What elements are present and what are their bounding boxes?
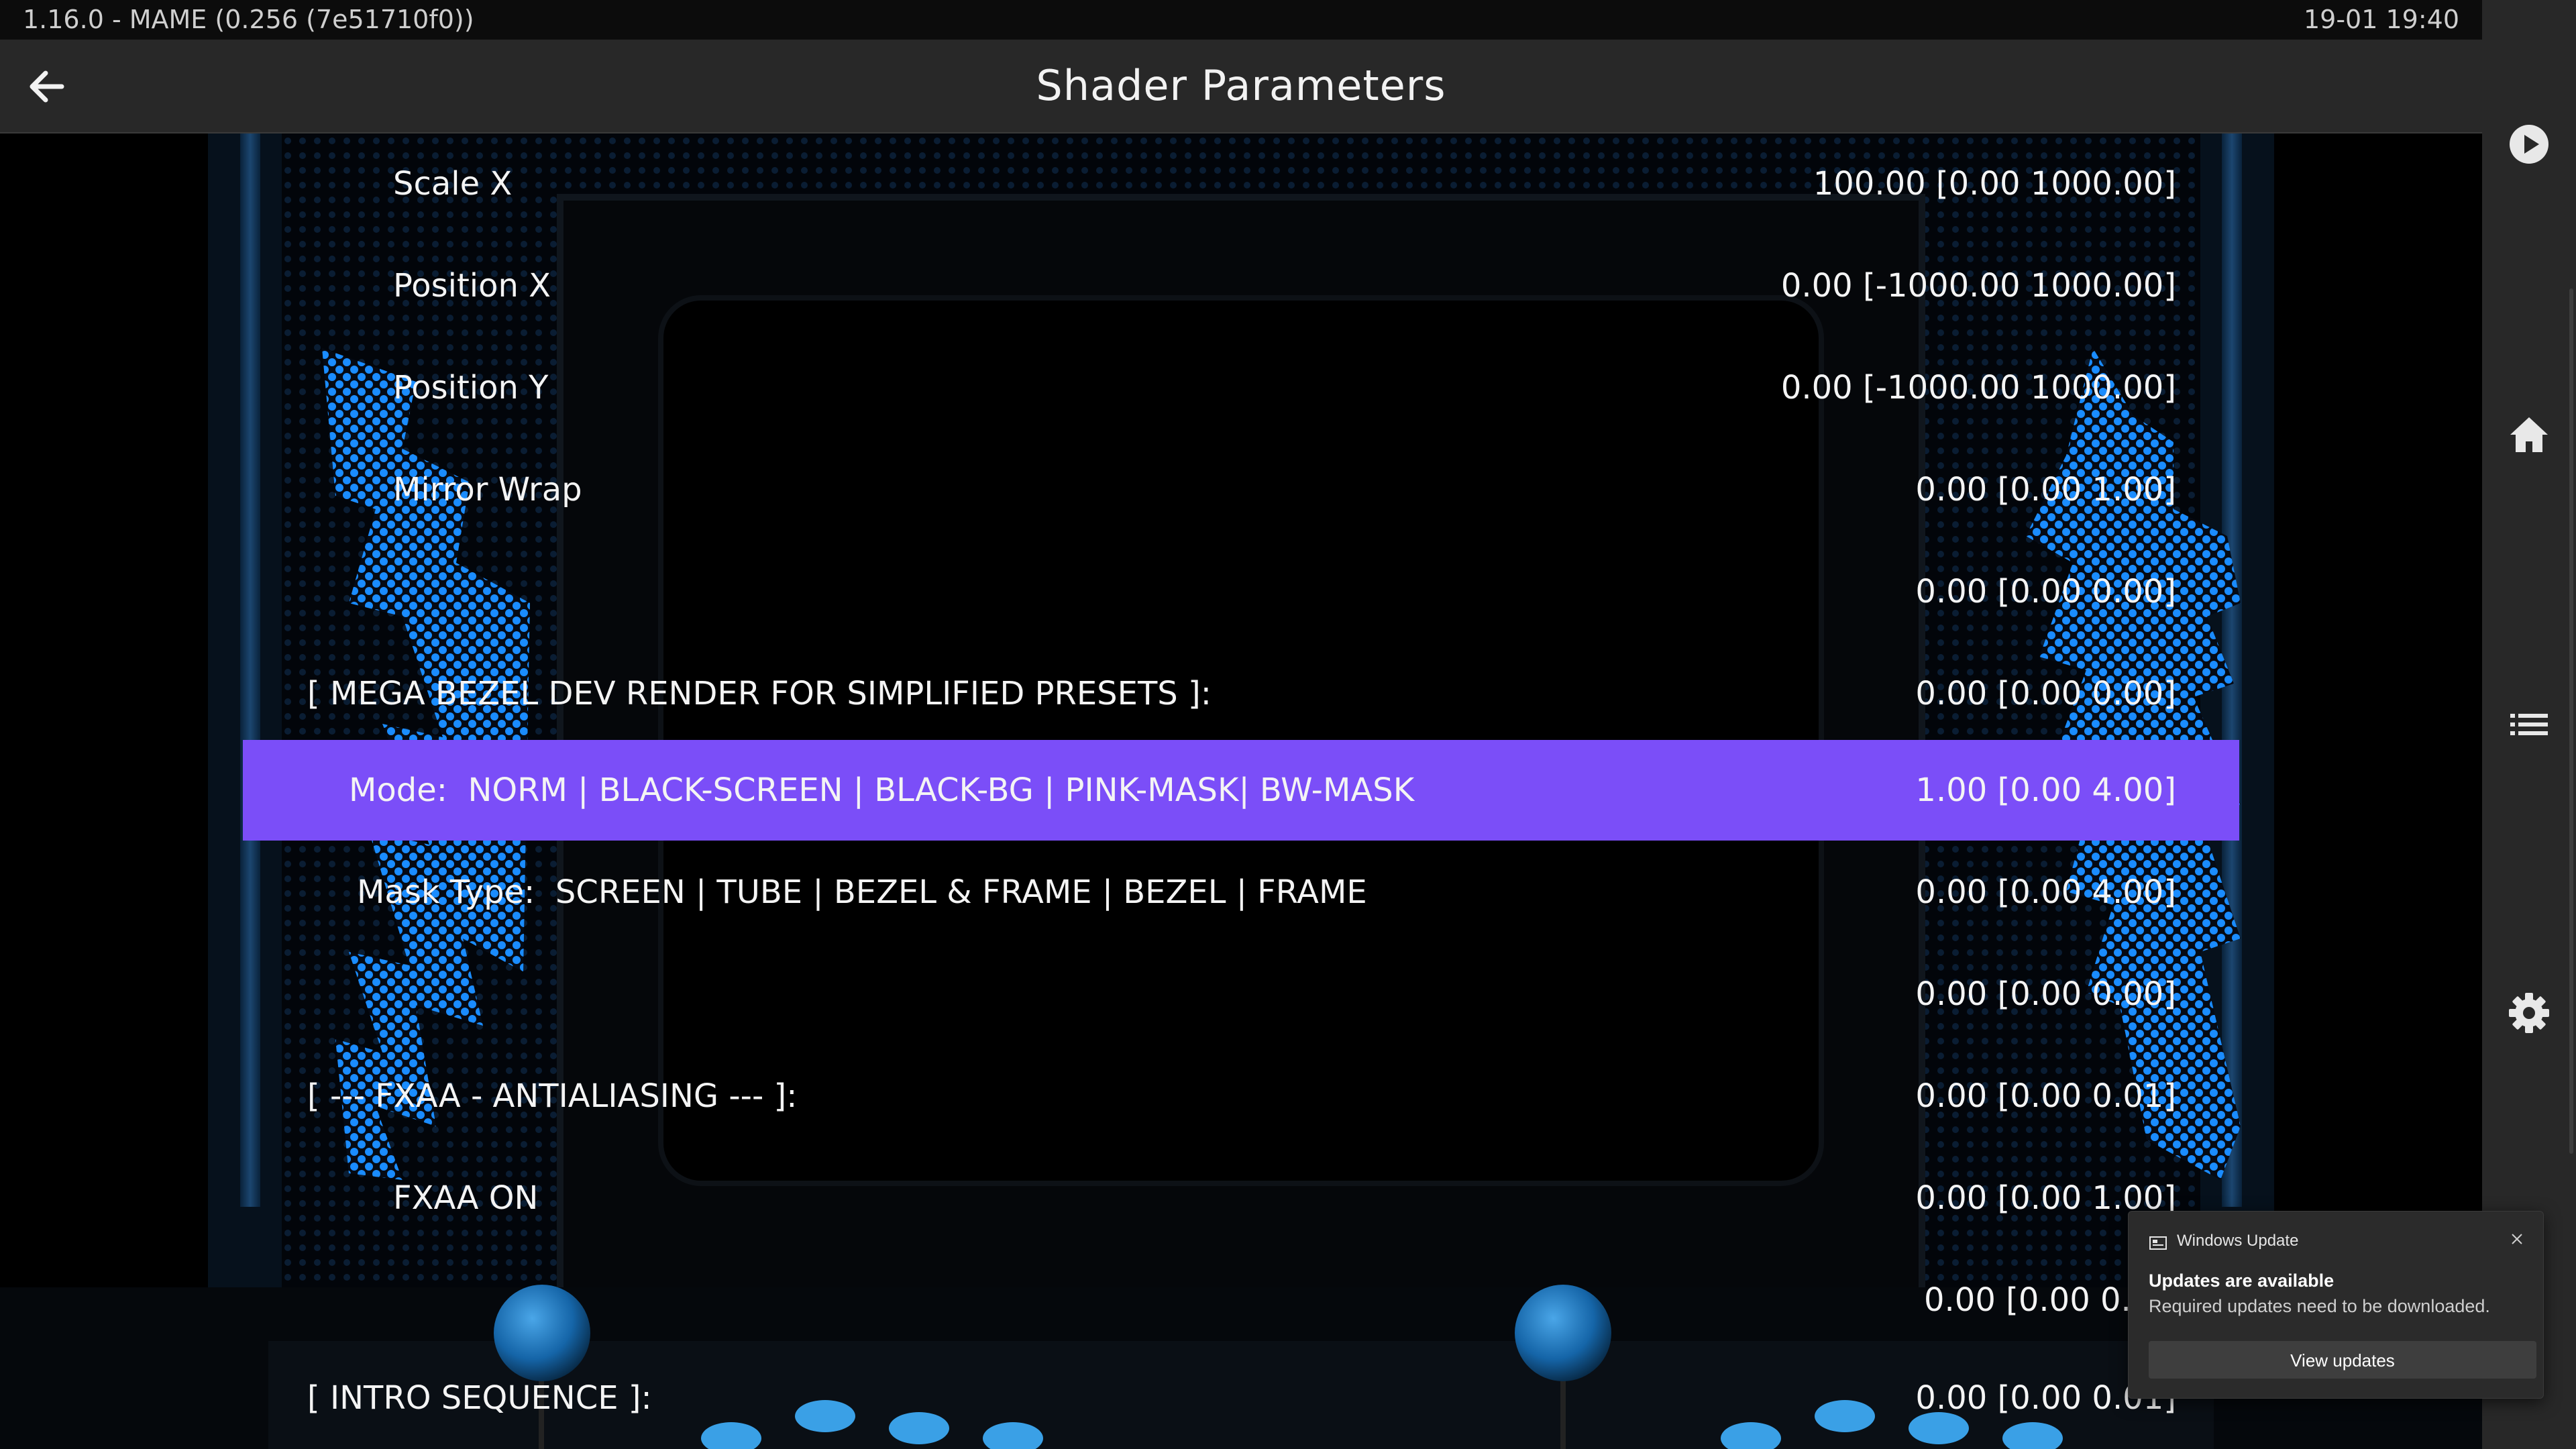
settings-button[interactable] [2508,991,2551,1034]
sidebar-scrollbar[interactable] [2569,288,2573,1154]
page-title: Shader Parameters [1036,61,1446,110]
shader-parameter-list: Scale X 100.00 [0.00 1000.00] Position X… [0,133,2482,1449]
close-icon [2512,1234,2522,1244]
parameter-row-section-dev-render[interactable]: [ MEGA BEZEL DEV RENDER FOR SIMPLIFIED P… [243,643,2239,744]
parameter-label: Position Y [393,369,549,407]
home-button[interactable] [2508,413,2551,456]
windows-update-icon [2149,1236,2167,1250]
section-label: [ INTRO SEQUENCE ]: [307,1379,652,1417]
parameter-value: 0.00 [0.00 0.01] [1915,1077,2176,1115]
section-label: [ MEGA BEZEL DEV RENDER FOR SIMPLIFIED P… [307,675,1212,712]
parameter-value: 0.00 [-1000.00 1000.00] [1780,267,2176,305]
datetime-text: 19-01 19:40 [2303,5,2459,34]
section-label: [ --- FXAA - ANTIALIASING --- ]: [307,1077,798,1115]
parameter-row-spacer-3[interactable]: 0.00 [0.00 0.0 [243,1250,2239,1350]
parameter-row-scale-x[interactable]: Scale X 100.00 [0.00 1000.00] [243,133,2239,234]
parameter-row-spacer-1[interactable]: 0.00 [0.00 0.00] [243,541,2239,642]
parameter-label: Position X [393,267,551,305]
parameter-value: 100.00 [0.00 1000.00] [1813,165,2176,203]
parameter-row-section-fxaa[interactable]: [ --- FXAA - ANTIALIASING --- ]: 0.00 [0… [243,1046,2239,1146]
parameter-row-mirror-wrap[interactable]: Mirror Wrap 0.00 [0.00 1.00] [243,439,2239,540]
windows-update-notification[interactable]: Windows Update Updates are available Req… [2128,1211,2544,1399]
parameter-label: Mask Type: SCREEN | TUBE | BEZEL & FRAME… [357,873,1367,911]
parameter-value: 0.00 [0.00 1.00] [1915,471,2176,508]
parameter-value: 1.00 [0.00 4.00] [1915,771,2176,809]
view-updates-button[interactable]: View updates [2149,1341,2536,1379]
parameter-label: Scale X [393,165,513,203]
parameter-row-position-y[interactable]: Position Y 0.00 [-1000.00 1000.00] [243,337,2239,438]
status-bar: 1.16.0 - MAME (0.256 (7e51710f0)) 19-01 … [0,0,2482,40]
parameter-label: Mirror Wrap [393,471,582,508]
resume-button[interactable] [2508,123,2551,166]
parameter-row-mask-type[interactable]: Mask Type: SCREEN | TUBE | BEZEL & FRAME… [243,842,2239,943]
home-icon [2510,417,2548,452]
play-circle-icon [2510,125,2548,164]
parameter-value: 0.00 [0.00 0.0 [1924,1281,2152,1319]
notification-app-name: Windows Update [2177,1232,2299,1250]
arrow-left-icon [30,70,64,103]
notification-close-button[interactable] [2507,1229,2527,1249]
parameter-value: 0.00 [0.00 0.00] [1915,573,2176,610]
notification-title: Updates are available [2149,1271,2334,1291]
parameter-row-mode[interactable]: Mode: NORM | BLACK-SCREEN | BLACK-BG | P… [243,740,2239,841]
back-button[interactable] [23,62,71,111]
playlist-button[interactable] [2508,703,2551,746]
header-bar: Shader Parameters [0,40,2482,133]
parameter-value: 0.00 [-1000.00 1000.00] [1780,369,2176,407]
parameter-value: 0.00 [0.00 4.00] [1915,873,2176,911]
list-icon [2510,714,2548,735]
notification-body: Required updates need to be downloaded. [2149,1296,2490,1316]
parameter-row-spacer-2[interactable]: 0.00 [0.00 0.00] [243,944,2239,1044]
parameter-label: Mode: NORM | BLACK-SCREEN | BLACK-BG | P… [349,771,1415,809]
parameter-row-position-x[interactable]: Position X 0.00 [-1000.00 1000.00] [243,235,2239,336]
parameter-row-fxaa-on[interactable]: FXAA ON 0.00 [0.00 1.00] [243,1148,2239,1248]
parameter-value: 0.00 [0.00 0.00] [1915,975,2176,1013]
app-version-text: 1.16.0 - MAME (0.256 (7e51710f0)) [23,5,474,34]
parameter-value: 0.00 [0.00 0.00] [1915,675,2176,712]
gear-icon [2509,993,2549,1033]
parameter-row-section-intro[interactable]: [ INTRO SEQUENCE ]: 0.00 [0.00 0.01] [243,1348,2239,1448]
parameter-label: FXAA ON [393,1179,539,1217]
